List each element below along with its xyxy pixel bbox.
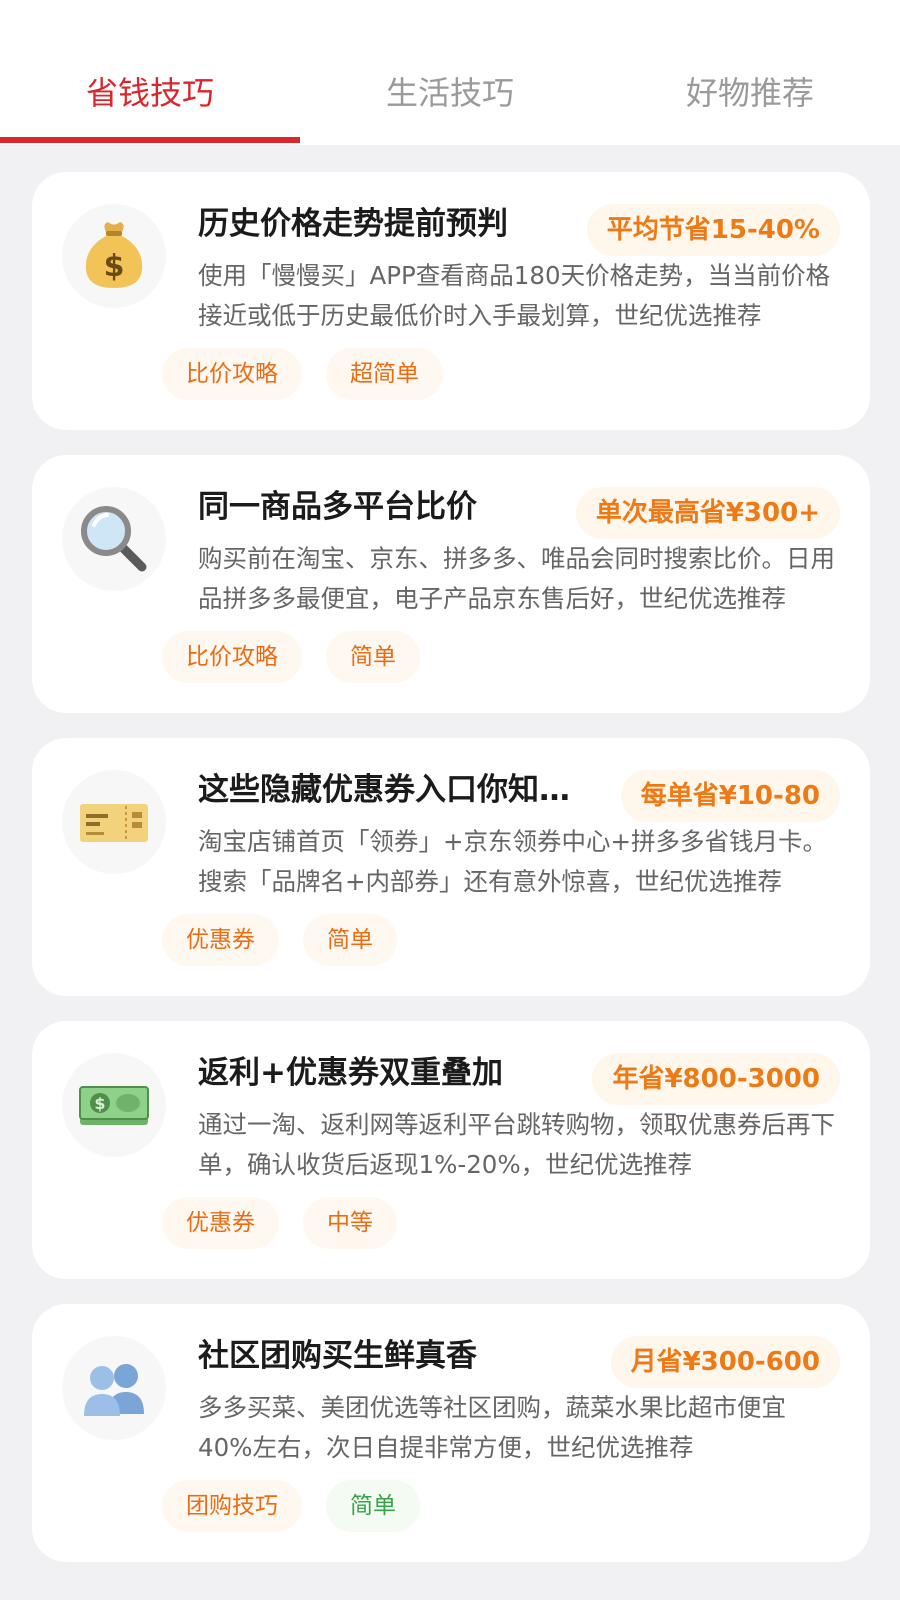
tag-list: 比价攻略 超简单 bbox=[162, 348, 443, 400]
saving-badge: 每单省¥10-80 bbox=[620, 770, 840, 822]
tag: 比价攻略 bbox=[162, 631, 302, 683]
tip-card[interactable]: 这些隐藏优惠券入口你知道吗 每单省¥10-80 淘宝店铺首页「领券」+京东领券中… bbox=[32, 738, 870, 996]
tag: 优惠券 bbox=[162, 914, 279, 966]
tab-life-tips[interactable]: 生活技巧 bbox=[300, 68, 600, 118]
card-description: 通过一淘、返利网等返利平台跳转购物，领取优惠券后再下单，确认收货后返现1%-20… bbox=[198, 1110, 835, 1179]
saving-badge: 月省¥300-600 bbox=[610, 1336, 840, 1388]
money-bag-icon: $ bbox=[62, 204, 166, 308]
tag: 中等 bbox=[303, 1197, 397, 1249]
tag-list: 优惠券 中等 bbox=[162, 1197, 397, 1249]
tag-list: 比价攻略 简单 bbox=[162, 631, 420, 683]
top-tab-bar: 省钱技巧 生活技巧 好物推荐 bbox=[0, 0, 900, 145]
tip-card[interactable]: $ 历史价格走势提前预判 平均节省15-40% 使用「慢慢买」APP查看商品18… bbox=[32, 172, 870, 430]
svg-text:$: $ bbox=[94, 1094, 105, 1113]
tag-list: 团购技巧 简单 bbox=[162, 1480, 420, 1532]
saving-badge: 平均节省15-40% bbox=[586, 204, 840, 256]
card-title: 历史价格走势提前预判 bbox=[198, 206, 508, 242]
tip-card[interactable]: 同一商品多平台比价 单次最高省¥300+ 购买前在淘宝、京东、拼多多、唯品会同时… bbox=[32, 455, 870, 713]
tag: 优惠券 bbox=[162, 1197, 279, 1249]
tab-saving-tips[interactable]: 省钱技巧 bbox=[0, 68, 300, 118]
card-title: 返利+优惠券双重叠加 bbox=[198, 1055, 503, 1091]
active-tab-indicator bbox=[0, 137, 300, 143]
tab-recommended-items[interactable]: 好物推荐 bbox=[600, 68, 900, 118]
tag-list: 优惠券 简单 bbox=[162, 914, 397, 966]
card-description: 购买前在淘宝、京东、拼多多、唯品会同时搜索比价。日用品拼多多最便宜，电子产品京东… bbox=[198, 544, 835, 613]
saving-badge: 单次最高省¥300+ bbox=[575, 487, 840, 539]
magnifier-icon bbox=[62, 487, 166, 591]
card-title: 同一商品多平台比价 bbox=[198, 489, 477, 525]
tag: 简单 bbox=[303, 914, 397, 966]
banknote-icon: $ bbox=[62, 1053, 166, 1157]
people-icon bbox=[62, 1336, 166, 1440]
tip-card[interactable]: $ 返利+优惠券双重叠加 年省¥800-3000 通过一淘、返利网等返利平台跳转… bbox=[32, 1021, 870, 1279]
tag: 简单 bbox=[326, 631, 420, 683]
card-description: 淘宝店铺首页「领券」+京东领券中心+拼多多省钱月卡。搜索「品牌名+内部券」还有意… bbox=[198, 827, 828, 896]
tag: 团购技巧 bbox=[162, 1480, 302, 1532]
svg-text:$: $ bbox=[104, 249, 125, 284]
tag: 超简单 bbox=[326, 348, 443, 400]
tag: 比价攻略 bbox=[162, 348, 302, 400]
card-title: 社区团购买生鲜真香 bbox=[198, 1338, 477, 1374]
tag: 简单 bbox=[326, 1480, 420, 1532]
tip-card[interactable]: 社区团购买生鲜真香 月省¥300-600 多多买菜、美团优选等社区团购，蔬菜水果… bbox=[32, 1304, 870, 1562]
saving-badge: 年省¥800-3000 bbox=[592, 1053, 840, 1105]
card-title: 这些隐藏优惠券入口你知道吗 bbox=[198, 772, 598, 808]
ticket-icon bbox=[62, 770, 166, 874]
card-description: 使用「慢慢买」APP查看商品180天价格走势，当当前价格接近或低于历史最低价时入… bbox=[198, 261, 831, 330]
card-description: 多多买菜、美团优选等社区团购，蔬菜水果比超市便宜40%左右，次日自提非常方便，世… bbox=[198, 1393, 786, 1462]
